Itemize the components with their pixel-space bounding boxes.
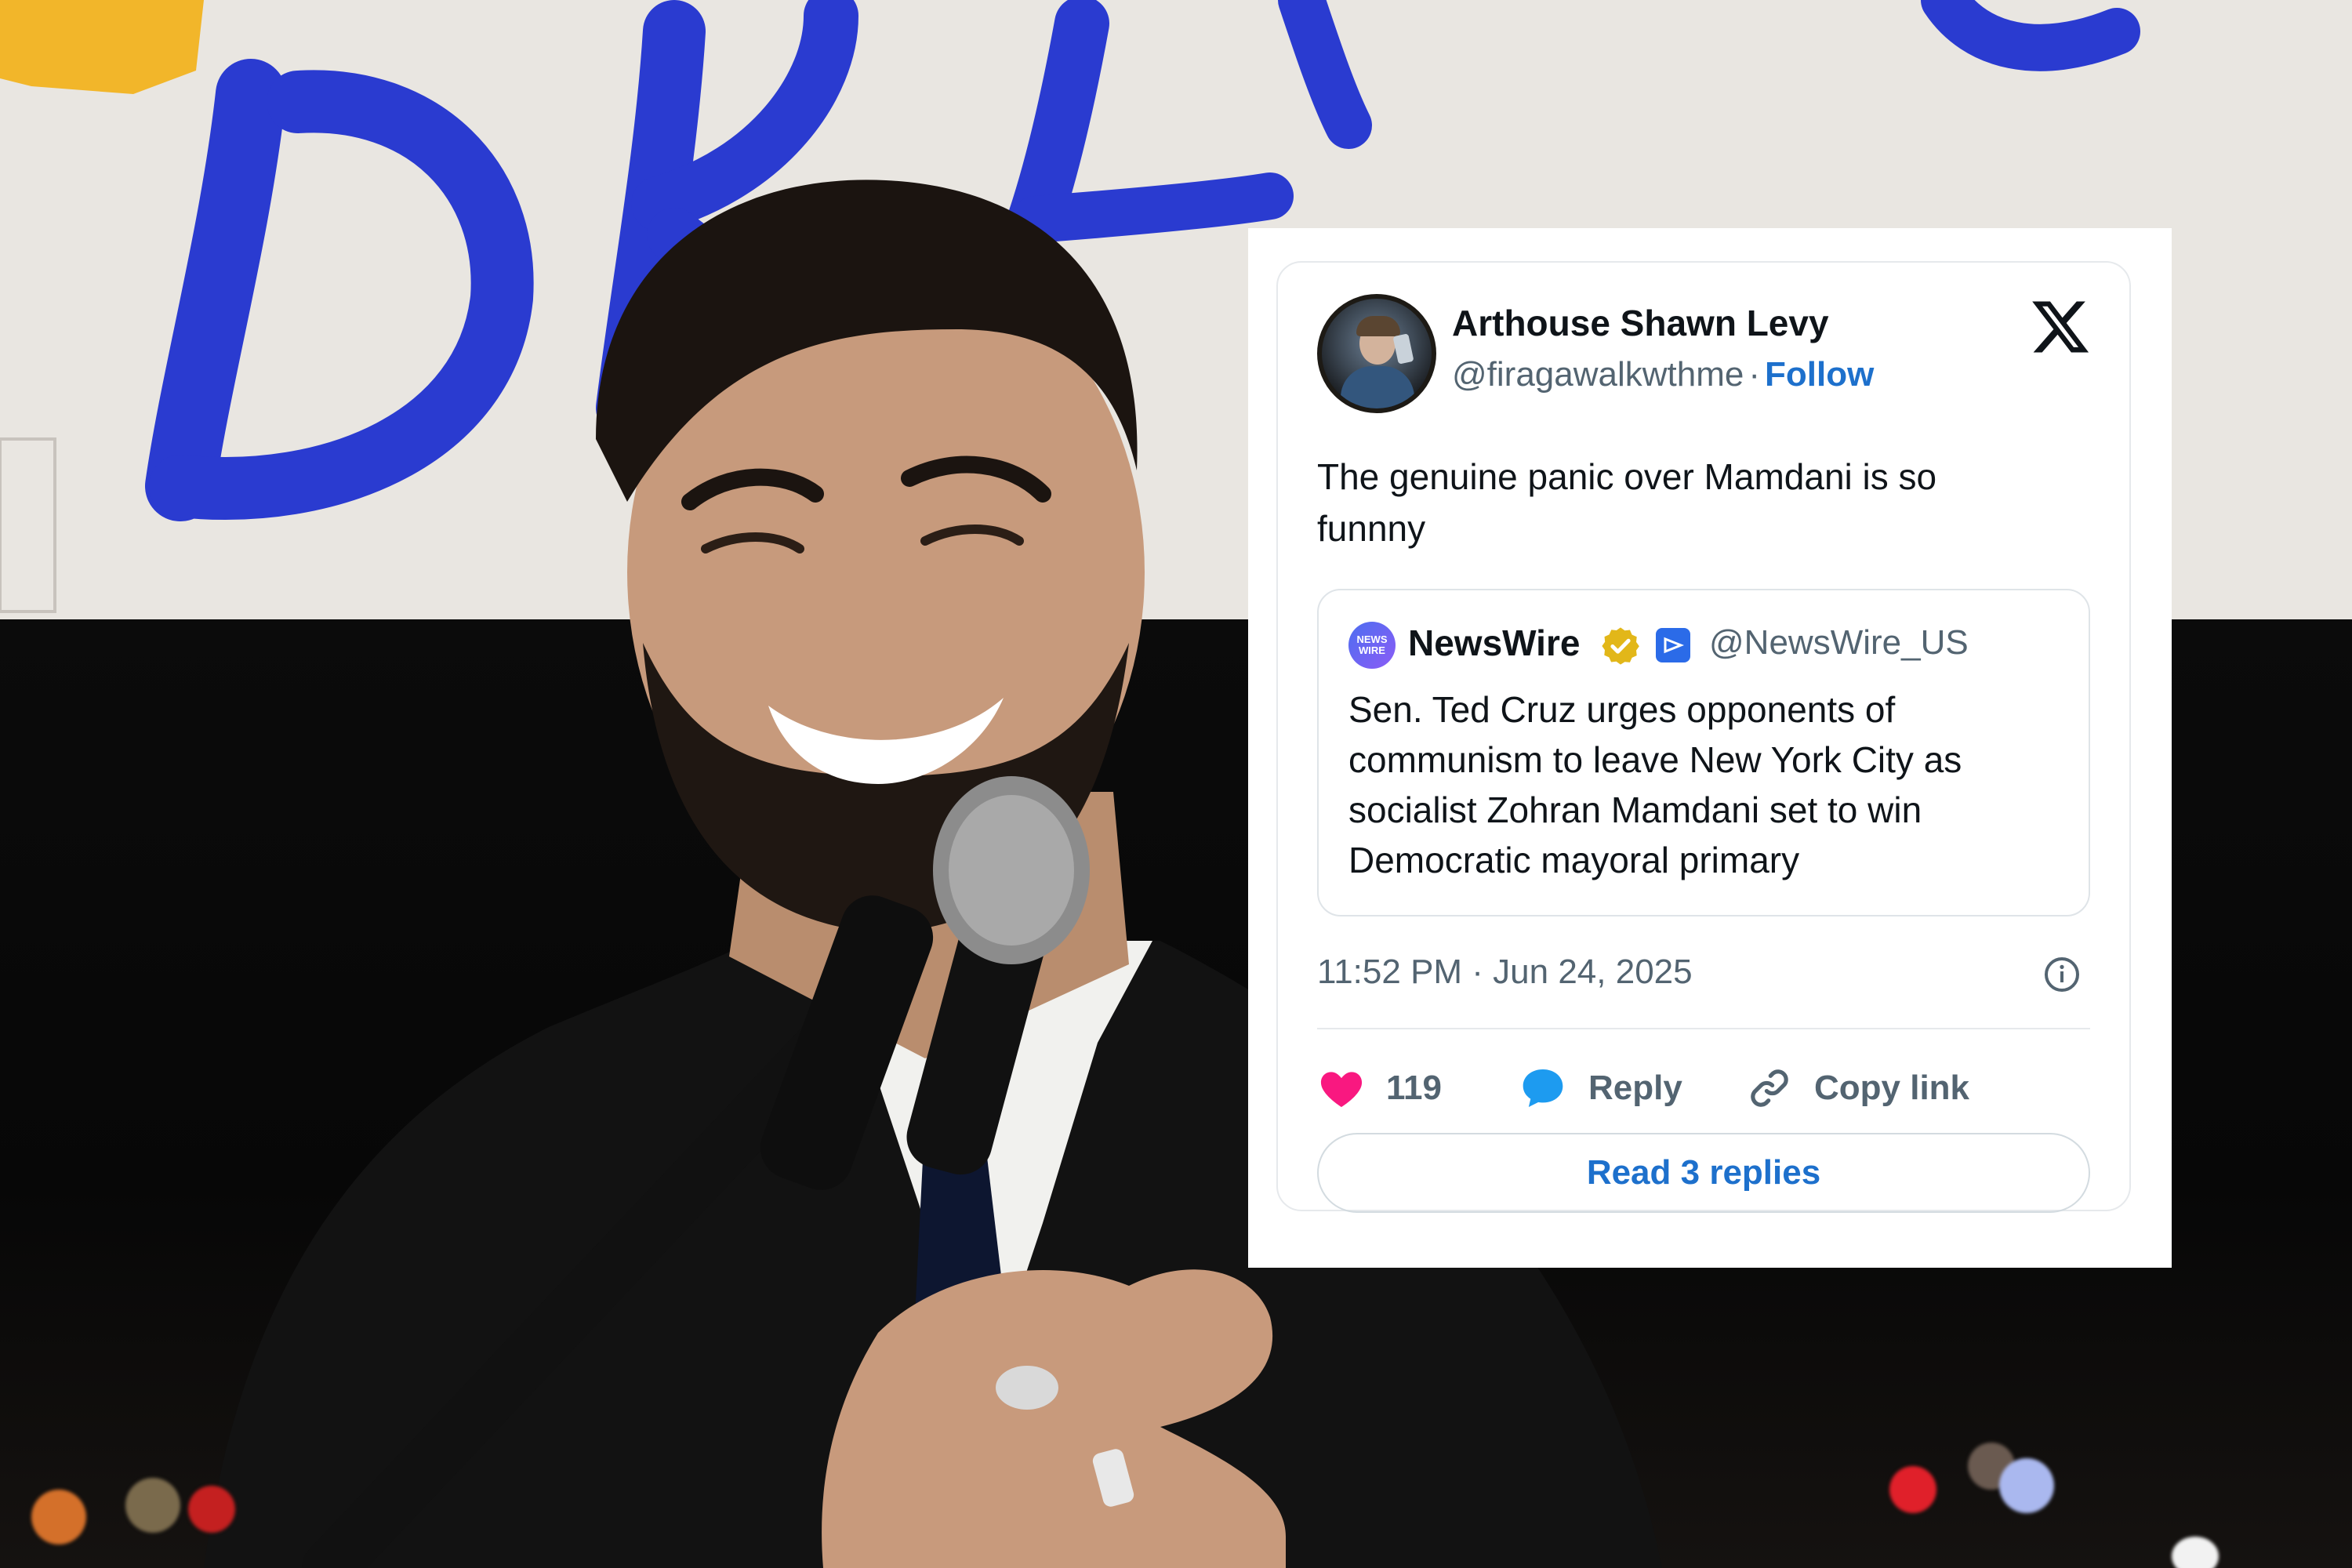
follow-link[interactable]: Follow <box>1765 355 1874 394</box>
link-icon <box>1751 1069 1788 1107</box>
quoted-avatar[interactable]: NEWS WIRE <box>1348 622 1396 669</box>
tweet-text: The genuine panic over Mamdani is so fun… <box>1317 456 1937 549</box>
tweet-card: Arthouse Shawn Levy @firagawalkwthme · Fol… <box>1276 261 2131 1213</box>
reply-label: Reply <box>1588 1069 1682 1107</box>
read-replies-button[interactable]: Read 3 replies <box>1317 1133 2090 1213</box>
like-count: 119 <box>1386 1069 1442 1107</box>
action-bar: 119 Reply Copy link <box>1317 1061 2090 1116</box>
separator-dot: · <box>1748 355 1761 394</box>
author-name[interactable]: Arthouse Shawn Levy <box>1452 302 1829 344</box>
bokeh-light <box>1889 1466 1936 1513</box>
author-avatar[interactable] <box>1317 294 1436 413</box>
bokeh-light <box>31 1490 86 1544</box>
copy-link-label: Copy link <box>1814 1069 1970 1107</box>
quoted-tweet[interactable]: NEWS WIRE NewsWire @NewsWire_US Sen. Ted… <box>1317 589 2090 916</box>
bokeh-light <box>1999 1458 2054 1513</box>
copy-link-button[interactable]: Copy link <box>1745 1061 1969 1116</box>
bokeh-light <box>125 1478 180 1533</box>
bokeh-light <box>188 1486 235 1533</box>
heart-icon <box>1320 1072 1363 1108</box>
author-handle[interactable]: @firagawalkwthme <box>1452 355 1744 394</box>
info-icon[interactable] <box>2043 956 2081 993</box>
tweet-timestamp[interactable]: 11:52 PM · Jun 24, 2025 <box>1317 953 1693 992</box>
speech-bubble-icon <box>1523 1069 1563 1107</box>
reply-button[interactable]: Reply <box>1518 1061 1682 1116</box>
divider <box>1317 1028 2090 1029</box>
quoted-author-handle[interactable]: @NewsWire_US <box>1709 623 1969 662</box>
gold-verified-badge-icon <box>1602 627 1639 665</box>
affiliate-badge-icon <box>1656 628 1690 662</box>
like-button[interactable]: 119 <box>1317 1061 1442 1116</box>
quoted-text: Sen. Ted Cruz urges opponents of communi… <box>1348 689 1962 880</box>
x-logo-icon[interactable] <box>2029 296 2092 358</box>
tweet-embed-frame: Arthouse Shawn Levy @firagawalkwthme · Fol… <box>1248 228 2172 1268</box>
quoted-author-name[interactable]: NewsWire <box>1408 622 1580 664</box>
author-handle-row: @firagawalkwthme · Follow <box>1452 355 1874 394</box>
